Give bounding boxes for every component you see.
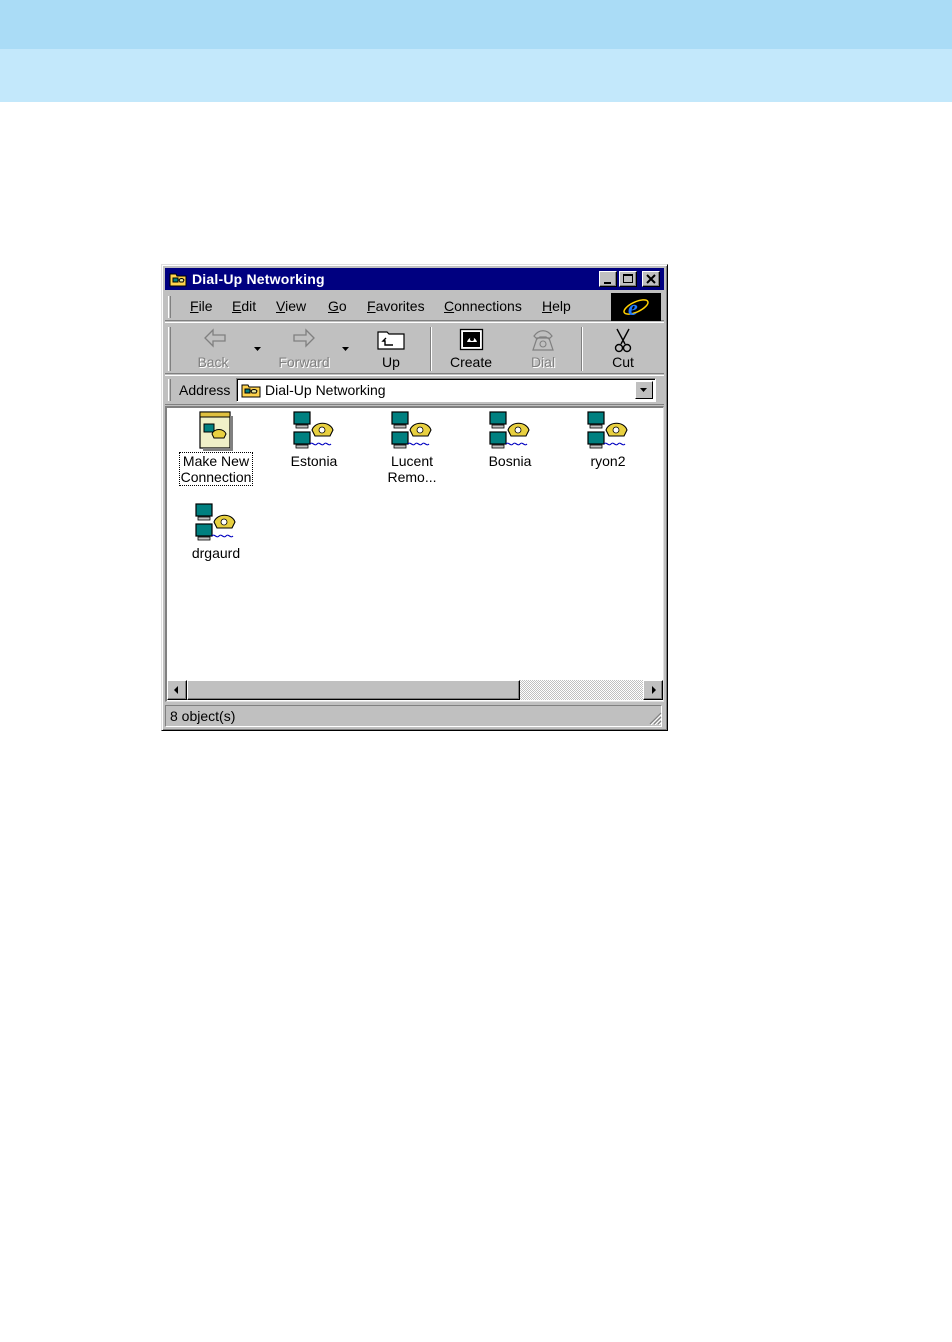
back-label: Back (197, 354, 229, 370)
forward-dropdown-icon[interactable] (342, 347, 349, 351)
scroll-thumb[interactable] (187, 680, 520, 700)
menu-bar: File Edit View Go Favorites Connections … (165, 292, 664, 321)
svg-text:e: e (628, 295, 638, 320)
cut-button[interactable]: Cut (593, 325, 653, 371)
item-label: Make New Connection (178, 452, 254, 486)
menu-connections[interactable]: Connections (444, 298, 522, 314)
dial-up-connection-icon (195, 503, 236, 541)
up-folder-icon (377, 331, 405, 350)
back-button[interactable]: Back (183, 325, 243, 371)
file-view-pane[interactable]: Make New Connection Estonia Lucent Remo.… (165, 406, 664, 702)
up-button[interactable]: Up (365, 325, 417, 371)
forward-button[interactable]: Forward (270, 325, 338, 371)
toolbar-grip[interactable] (168, 327, 171, 371)
minimize-button[interactable] (599, 271, 617, 287)
maximize-button[interactable] (619, 271, 637, 287)
address-label: Address (179, 382, 231, 398)
chevron-right-icon (652, 686, 656, 694)
forward-label: Forward (278, 354, 330, 370)
dial-label: Dial (530, 354, 556, 370)
dial-up-connection-icon (293, 411, 334, 449)
dial-up-connection-icon (489, 411, 530, 449)
item-label: Estonia (290, 453, 338, 469)
forward-arrow-icon (293, 328, 315, 348)
toolbar-separator (430, 327, 432, 371)
toolbar-separator (581, 327, 583, 371)
dial-up-folder-icon (169, 271, 187, 287)
address-value: Dial-Up Networking (265, 382, 386, 398)
item-ryon2[interactable]: ryon2 (566, 410, 650, 469)
address-bar-grip[interactable] (168, 379, 171, 401)
maximize-icon (623, 274, 633, 283)
create-icon (459, 328, 484, 351)
address-field[interactable]: Dial-Up Networking (236, 378, 656, 402)
close-button[interactable] (642, 271, 660, 287)
header-band-bottom (0, 49, 952, 102)
menu-favorites[interactable]: Favorites (367, 298, 425, 314)
menu-edit[interactable]: Edit (232, 298, 256, 314)
status-bar: 8 object(s) (165, 705, 664, 727)
close-icon (646, 274, 656, 284)
dial-phone-icon (532, 330, 554, 351)
internet-explorer-logo-icon: e (611, 293, 661, 321)
item-lucent-remote[interactable]: Lucent Remo... (370, 410, 454, 485)
dial-up-folder-icon (241, 382, 261, 401)
dial-button[interactable]: Dial (515, 325, 571, 371)
back-arrow-icon (204, 328, 226, 348)
item-label: Bosnia (488, 453, 532, 469)
item-estonia[interactable]: Estonia (272, 410, 356, 469)
item-label: Lucent Remo... (387, 453, 437, 485)
header-band-top (0, 0, 952, 49)
window-title: Dial-Up Networking (192, 271, 325, 287)
item-label: ryon2 (590, 453, 626, 469)
create-label: Create (449, 354, 493, 370)
menu-go[interactable]: Go (328, 298, 347, 314)
menu-view[interactable]: View (276, 298, 306, 314)
chevron-left-icon (174, 686, 178, 694)
address-dropdown-button[interactable] (635, 381, 653, 399)
dial-up-connection-icon (587, 411, 628, 449)
menu-file[interactable]: File (190, 298, 213, 314)
address-bar: Address Dial-Up Networking (165, 375, 664, 405)
dial-up-networking-window: Dial-Up Networking File Edit View Go Fav… (161, 264, 668, 731)
horizontal-scrollbar[interactable] (167, 680, 663, 700)
scissors-icon (614, 328, 632, 353)
scroll-right-button[interactable] (643, 680, 663, 700)
make-new-connection-icon (199, 411, 233, 451)
resize-grip-icon[interactable] (648, 711, 662, 725)
cut-label: Cut (612, 354, 634, 370)
dial-up-connection-icon (391, 411, 432, 449)
item-make-new-connection[interactable]: Make New Connection (174, 410, 258, 486)
back-dropdown-icon[interactable] (254, 347, 261, 351)
item-bosnia[interactable]: Bosnia (468, 410, 552, 469)
menu-bar-grip[interactable] (168, 296, 171, 318)
up-label: Up (382, 354, 400, 370)
scroll-left-button[interactable] (167, 680, 187, 700)
create-button[interactable]: Create (439, 325, 503, 371)
title-bar[interactable]: Dial-Up Networking (165, 268, 664, 290)
item-drgaurd[interactable]: drgaurd (174, 502, 258, 561)
minimize-icon (604, 282, 611, 284)
status-object-count: 8 object(s) (165, 705, 662, 727)
menu-help[interactable]: Help (542, 298, 571, 314)
chevron-down-icon (640, 388, 647, 392)
item-label: drgaurd (191, 545, 241, 561)
standard-toolbar: Back Forward Up Create Dial Cut (165, 322, 664, 374)
